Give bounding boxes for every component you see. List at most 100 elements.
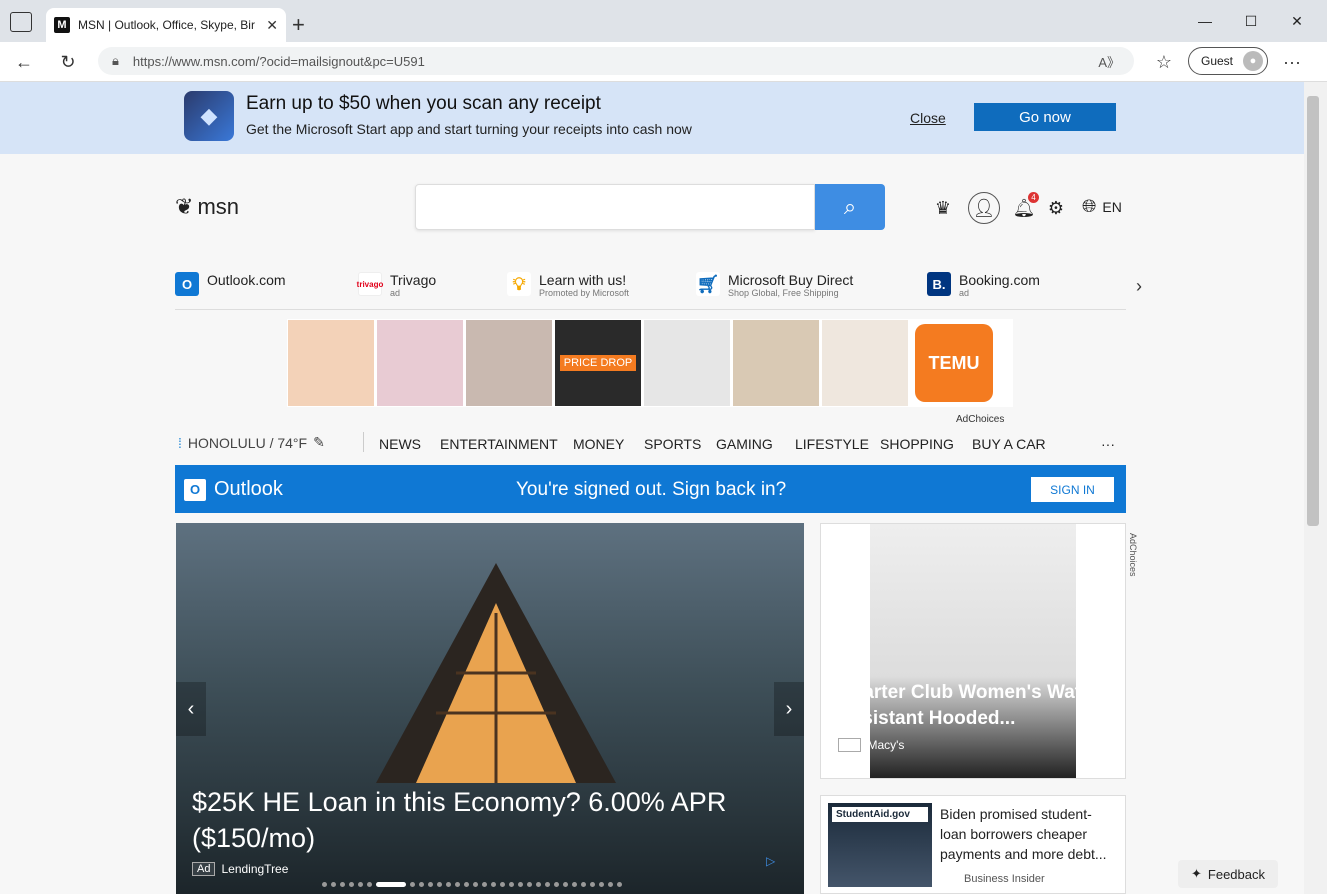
profile-button[interactable]: Guest ● — [1188, 47, 1268, 75]
temu-logo: TEMU — [915, 324, 993, 402]
url-text: https://www.msn.com/?ocid=mailsignout&pc… — [132, 53, 425, 69]
go-now-button[interactable]: Go now — [974, 103, 1116, 131]
carousel-dots[interactable] — [322, 882, 622, 887]
settings-gear-icon[interactable]: ⚙ — [1046, 196, 1066, 220]
side-adchoices-label[interactable]: AdChoices — [1128, 533, 1138, 577]
banner-title: Earn up to $50 when you scan any receipt — [246, 93, 601, 114]
close-tab-icon[interactable]: ✕ — [266, 17, 278, 34]
nav-gaming[interactable]: GAMING — [716, 436, 773, 452]
rain-icon: ⁞ — [178, 434, 182, 451]
ad-product-image[interactable] — [288, 320, 374, 406]
quicklink-label: Outlook.com — [207, 272, 286, 288]
search-button[interactable]: ⌕ — [815, 184, 885, 230]
tab-title: MSN | Outlook, Office, Skype, Bir — [78, 18, 255, 32]
sign-in-button[interactable]: SIGN IN — [1031, 477, 1114, 502]
rewards-trophy-icon[interactable]: ♛ — [933, 196, 953, 220]
news-image[interactable]: StudentAid.gov — [828, 803, 932, 887]
active-tab[interactable]: M MSN | Outlook, Office, Skype, Bir ✕ — [46, 8, 286, 42]
nav-news[interactable]: NEWS — [379, 436, 421, 452]
outlook-brand-text: Outlook — [214, 478, 283, 500]
ad-product-image[interactable] — [466, 320, 552, 406]
minimize-icon[interactable]: — — [1182, 0, 1228, 42]
nav-shopping[interactable]: SHOPPING — [880, 436, 954, 452]
ad-product-image[interactable] — [377, 320, 463, 406]
outlook-brand[interactable]: O Outlook — [184, 478, 283, 501]
nav-money[interactable]: MONEY — [573, 436, 624, 452]
adchoices-label[interactable]: AdChoices — [956, 414, 1004, 425]
globe-icon: 🌐︎ — [1082, 196, 1097, 216]
search-input[interactable] — [415, 184, 815, 230]
favorites-icon[interactable]: ☆ — [1150, 48, 1178, 76]
hero-prev-icon[interactable]: ‹ — [176, 682, 206, 736]
ad-product-image[interactable] — [733, 320, 819, 406]
feedback-button[interactable]: ✦ Feedback — [1178, 860, 1278, 888]
quicklink-sub: Shop Global, Free Shipping — [728, 288, 839, 298]
more-menu-icon[interactable]: ··· — [1278, 48, 1306, 76]
close-window-icon[interactable]: ✕ — [1274, 0, 1320, 42]
hero-source: Ad LendingTree — [192, 862, 288, 876]
trivago-icon: trivago — [357, 272, 383, 296]
refresh-icon[interactable]: ↻ — [54, 48, 82, 76]
search-icon: ⌕ — [843, 194, 857, 219]
quicklink-outlook[interactable]: O Outlook.com — [175, 272, 286, 296]
hero-next-icon[interactable]: › — [774, 682, 804, 736]
outlook-icon: O — [184, 478, 206, 501]
back-icon[interactable]: ← — [10, 48, 38, 76]
quicklink-label: Trivago — [390, 272, 437, 288]
ad-product-image[interactable]: PRICE DROP — [555, 320, 641, 406]
cart-icon: 🛒︎ — [696, 272, 720, 296]
lightbulb-icon: 💡︎ — [507, 272, 531, 296]
quicklink-sub: ad — [390, 288, 401, 298]
news-image-label: StudentAid.gov — [832, 807, 928, 822]
cabin-illustration — [376, 563, 616, 783]
maximize-icon[interactable]: ☐ — [1228, 0, 1274, 42]
adchoices-icon[interactable]: ▷ — [766, 854, 775, 868]
new-tab-icon[interactable]: + — [292, 12, 305, 38]
nav-lifestyle[interactable]: LIFESTYLE — [795, 436, 869, 452]
quicklink-trivago[interactable]: trivago Trivago ad — [357, 272, 437, 298]
quicklink-microsoft-buy[interactable]: 🛒︎ Microsoft Buy Direct Shop Global, Free… — [696, 272, 853, 298]
sign-in-avatar-icon[interactable]: 👤︎ — [968, 192, 1000, 224]
ad-badge: Ad — [192, 862, 216, 876]
price-drop-badge: PRICE DROP — [559, 355, 637, 371]
quicklink-booking[interactable]: B. Booking.com ad — [927, 272, 1040, 298]
msn-logo[interactable]: ❦ msn — [175, 194, 239, 220]
nav-divider — [363, 432, 364, 452]
news-source: Business Insider — [964, 873, 1045, 885]
microsoft-start-icon: ◆ — [184, 91, 234, 141]
signed-out-message: You're signed out. Sign back in? — [516, 479, 787, 500]
quicklink-label: Booking.com — [959, 272, 1040, 288]
quicklink-learn[interactable]: 💡︎ Learn with us! Promoted by Microsoft — [507, 272, 629, 298]
read-aloud-icon[interactable]: A》 — [1098, 52, 1120, 71]
banner-close-link[interactable]: Close — [910, 110, 946, 126]
tab-actions-icon[interactable] — [10, 12, 32, 32]
quicklink-label: Learn with us! — [539, 272, 627, 288]
scrollbar-thumb[interactable] — [1307, 96, 1319, 526]
quicklink-label: Microsoft Buy Direct — [728, 272, 854, 288]
ad-product-image[interactable] — [644, 320, 730, 406]
card-title[interactable]: Charter Club Women's Water-Resistant Hoo… — [838, 680, 1108, 732]
weather-widget[interactable]: ⁞ HONOLULU / 74°F ✎ — [178, 434, 325, 451]
quicklinks-next-icon[interactable]: › — [1136, 276, 1142, 297]
nav-entertainment[interactable]: ENTERTAINMENT — [440, 436, 558, 452]
booking-icon: B. — [927, 272, 951, 296]
temu-ad[interactable]: TEMU — [911, 320, 997, 406]
feedback-label: Feedback — [1207, 866, 1265, 882]
ad-product-image[interactable] — [822, 320, 908, 406]
hero-source-name: LendingTree — [221, 862, 289, 876]
card-source: Ad Macy's — [838, 738, 904, 752]
url-field[interactable]: 🔒︎ https://www.msn.com/?ocid=mailsignout… — [98, 47, 1134, 75]
avatar-icon: ● — [1243, 51, 1263, 71]
nav-sports[interactable]: SPORTS — [644, 436, 701, 452]
nav-buy-a-car[interactable]: BUY A CAR — [972, 436, 1046, 452]
news-title[interactable]: Biden promised student-loan borrowers ch… — [940, 804, 1118, 864]
hero-title[interactable]: $25K HE Loan in this Economy? 6.00% APR … — [192, 784, 752, 856]
card-source-name: Macy's — [867, 738, 905, 752]
ad-badge: Ad — [838, 738, 862, 752]
language-selector[interactable]: 🌐︎ EN — [1082, 196, 1122, 217]
weather-text: HONOLULU / 74°F — [187, 434, 308, 451]
nav-more-icon[interactable]: ··· — [1101, 436, 1115, 452]
msn-favicon-icon: M — [54, 17, 70, 33]
ad-banner-strip[interactable]: PRICE DROP TEMU — [287, 319, 1013, 407]
edit-pencil-icon[interactable]: ✎ — [313, 434, 325, 451]
